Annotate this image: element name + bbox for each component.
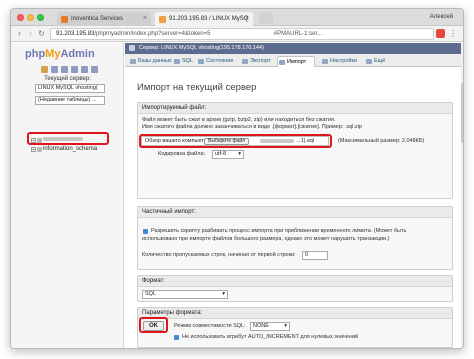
compression-example: Имя сжатого файла должно заканчиваться в… <box>142 124 362 130</box>
url-path: /phpmyadmin/index.php?server=4&token=5 <box>94 31 211 37</box>
expand-icon[interactable]: + <box>31 147 36 153</box>
chevron-down-icon: ▾ <box>284 323 287 329</box>
logout-icon[interactable] <box>51 66 58 73</box>
nav-icon-row <box>41 66 101 74</box>
section-legend: Импортируемый файл: <box>138 103 452 114</box>
tab-settings[interactable]: Настройки <box>321 56 357 67</box>
browser-tab-phpmyadmin[interactable]: 91.203.195.83 / LINUX MySQ × <box>155 12 253 26</box>
allow-interrupt-label-cont: использовано при импорте файлов большого… <box>142 236 390 242</box>
export-icon <box>242 59 248 64</box>
skip-rows-input[interactable]: 0 <box>302 251 328 260</box>
database-highlight-annotation <box>27 132 109 145</box>
no-auto-increment-label: Не использовать атрибут AUTO_INCREMENT д… <box>182 334 358 340</box>
partial-import-section: Частичный импорт: Разрешить скрипту разб… <box>137 206 453 270</box>
database-icon <box>130 59 136 64</box>
max-size-note: (Максимальный размер: 2,048КБ) <box>338 138 425 144</box>
docs-icon[interactable] <box>71 66 78 73</box>
status-icon <box>198 59 204 64</box>
format-section: Формат: SQL ▾ <box>137 275 453 302</box>
recent-tables-select[interactable]: (Недавние таблицы) ... <box>35 96 105 105</box>
tab-more[interactable]: Ещё <box>365 56 385 67</box>
chevron-down-icon: ▾ <box>222 291 225 297</box>
skip-rows-label: Количество пропускаемых строк, начиная о… <box>142 252 296 258</box>
main-content: Сервер: LINUX MySQL vhosting(195.178.170… <box>125 43 463 348</box>
extension-icon[interactable] <box>436 29 445 38</box>
url-host: 91.203.195.83 <box>56 31 95 37</box>
back-button[interactable]: ‹ <box>14 28 25 39</box>
charset-select[interactable]: utf-8 ▾ <box>212 150 244 159</box>
phpmyadmin-favicon-icon <box>159 16 166 23</box>
section-legend: Параметры формата: <box>138 308 452 319</box>
server-select[interactable]: LINUX MySQL vhosting( <box>35 84 105 93</box>
compat-mode-label: Режим совместимости SQL: <box>174 323 246 329</box>
tab-sql[interactable]: SQL <box>173 56 193 67</box>
server-breadcrumb[interactable]: Сервер: LINUX MySQL vhosting(195.178.170… <box>125 43 463 54</box>
browser-toolbar: ‹ › ↻ 91.203.195.83/phpmyadmin/index.php… <box>11 26 463 42</box>
profile-name[interactable]: Алексей <box>430 11 453 23</box>
address-bar[interactable]: 91.203.195.83/phpmyadmin/index.php?serve… <box>50 28 434 40</box>
ok-highlight-annotation <box>139 317 168 333</box>
tab-title: 91.203.195.83 / LINUX MySQ <box>169 16 249 22</box>
phpmyadmin-logo[interactable]: phpMyAdmin <box>25 48 95 60</box>
navigation-panel: phpMyAdmin Текущий сервер: LINUX MySQL v… <box>11 43 124 348</box>
chevron-down-icon: ▾ <box>238 151 241 157</box>
page-title: Импорт на текущий сервер <box>137 82 257 93</box>
current-server-label: Текущий сервер: <box>44 76 91 82</box>
tab-close-icon[interactable]: × <box>245 12 249 26</box>
gear-icon <box>322 59 328 64</box>
import-icon <box>279 60 285 65</box>
top-menu: Базы данных SQL Состояние Экспорт Импорт… <box>125 54 463 67</box>
tab-import[interactable]: Импорт <box>277 56 315 67</box>
home-icon[interactable] <box>41 66 48 73</box>
help-icon[interactable] <box>61 66 68 73</box>
reload-button[interactable]: ↻ <box>36 28 47 39</box>
database-icon <box>37 147 42 152</box>
tab-databases[interactable]: Базы данных <box>129 56 172 67</box>
file-highlight-annotation <box>139 134 332 148</box>
scrollbar-thumb[interactable] <box>461 83 463 143</box>
compat-mode-select[interactable]: NONE ▾ <box>250 322 290 331</box>
tab-strip: Inoventica Services × 91.203.195.83 / LI… <box>11 9 463 26</box>
allow-interrupt-checkbox[interactable] <box>143 229 148 234</box>
browser-tab-inoventica[interactable]: Inoventica Services × <box>57 12 151 26</box>
minimize-window-button[interactable] <box>27 14 34 21</box>
tab-status[interactable]: Состояние <box>197 56 233 67</box>
browser-window: Inoventica Services × 91.203.195.83 / LI… <box>10 8 464 349</box>
section-legend: Частичный импорт: <box>138 207 452 218</box>
compression-info: Файл может быть сжат в архив (gzip, bzip… <box>142 117 336 123</box>
format-select[interactable]: SQL ▾ <box>142 290 228 299</box>
database-name: information_schema <box>43 146 98 152</box>
allow-interrupt-label: Разрешить скрипту разбивать процесс импо… <box>151 228 407 234</box>
charset-label: Кодировка файла: <box>158 151 206 157</box>
tab-export[interactable]: Экспорт <box>241 56 271 67</box>
chevron-down-icon <box>366 59 372 64</box>
inoventica-favicon-icon <box>61 16 68 23</box>
forward-button[interactable]: › <box>25 28 36 39</box>
no-auto-increment-checkbox[interactable] <box>174 335 179 340</box>
section-legend: Формат: <box>138 276 452 287</box>
settings-icon[interactable] <box>81 66 88 73</box>
new-tab-button[interactable] <box>259 12 273 24</box>
scrollbar[interactable] <box>461 43 463 348</box>
tab-title: Inoventica Services <box>71 16 124 22</box>
close-window-button[interactable] <box>17 14 24 21</box>
server-icon <box>129 45 135 51</box>
url-tail: #PMAURL-1:ser... <box>273 31 323 37</box>
database-item-information-schema[interactable]: + information_schema <box>31 145 97 154</box>
reload-nav-icon[interactable] <box>91 66 98 73</box>
tab-close-icon[interactable]: × <box>143 12 147 26</box>
format-options-section: Параметры формата: Режим совместимости S… <box>137 307 453 348</box>
browser-menu-button[interactable]: ⋮ <box>448 28 458 39</box>
zoom-window-button[interactable] <box>37 14 44 21</box>
sql-icon <box>174 59 180 64</box>
import-file-section: Импортируемый файл: Файл может быть сжат… <box>137 102 453 199</box>
